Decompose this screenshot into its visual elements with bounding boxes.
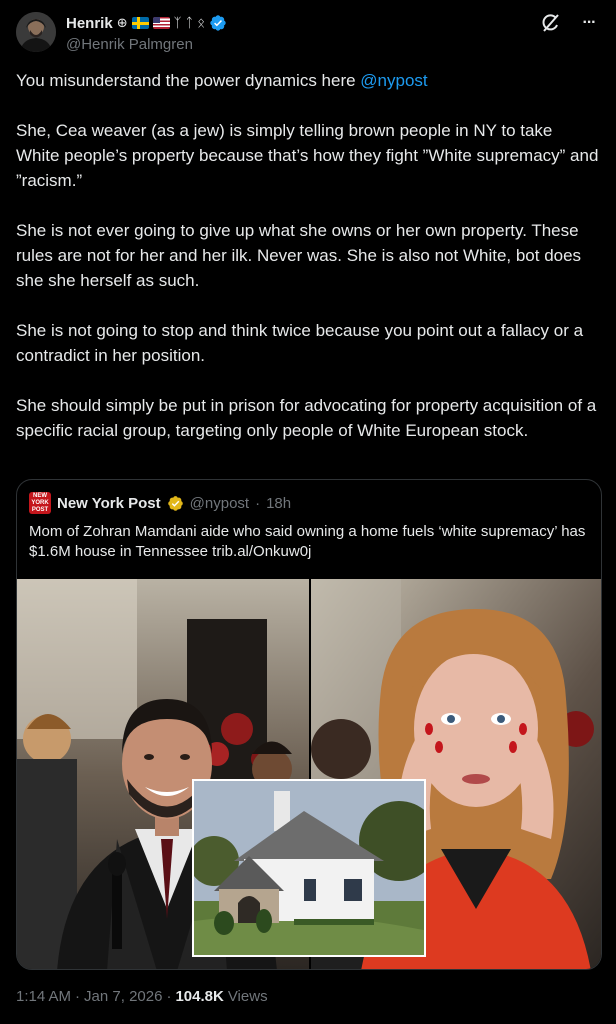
sweden-flag-icon <box>131 17 149 29</box>
tweet-paragraph: She is not going to stop and think twice… <box>16 321 584 365</box>
tweet-paragraph: She, Cea weaver (as a jew) is simply tel… <box>16 121 599 190</box>
author-handle[interactable]: @Henrik Palmgren <box>66 36 193 53</box>
quoted-time[interactable]: 18h <box>266 495 291 512</box>
tweet-paragraph: She should simply be put in prison for a… <box>16 396 597 440</box>
footer-separator: · <box>75 988 81 1005</box>
usa-flag-icon <box>152 17 170 29</box>
header-actions: ··· <box>540 12 600 34</box>
quoted-tweet-text: Mom of Zohran Mamdani aide who said owni… <box>29 523 586 560</box>
tweet-footer: 1:14 AM · Jan 7, 2026 · 104.8K Views <box>16 988 268 1005</box>
gold-verified-badge-icon <box>167 495 183 511</box>
quoted-tweet-card[interactable]: NEW YORK POST New York Post @nypost · 18… <box>16 479 602 970</box>
tweet-intro: You misunderstand the power dynamics her… <box>16 71 361 90</box>
more-options-icon[interactable]: ··· <box>578 12 600 34</box>
verified-badge-icon <box>210 15 226 31</box>
user-avatar[interactable] <box>16 12 56 52</box>
algiz-rune-symbol: ᛉ <box>173 15 182 31</box>
white-house-inset-photo[interactable] <box>192 779 426 957</box>
quoted-author-name[interactable]: New York Post <box>57 495 161 512</box>
tweet-time[interactable]: 1:14 AM <box>16 988 71 1005</box>
nypost-avatar[interactable]: NEW YORK POST <box>29 492 51 514</box>
author-display-name[interactable]: Henrik <box>66 15 113 32</box>
mention-link[interactable]: @nypost <box>360 71 427 90</box>
othala-rune-symbol: ᛟ <box>197 15 206 31</box>
tweet-header: Henrik ⊕ ᛉ ᛏ ᛟ @Henrik Palmgren ··· <box>16 10 600 58</box>
views-label: Views <box>227 988 268 1005</box>
nypost-avatar-text: NEW YORK POST <box>31 492 49 513</box>
circled-plus-symbol: ⊕ <box>116 15 128 31</box>
footer-separator: · <box>166 988 172 1005</box>
tweet-paragraph: She is not ever going to give up what sh… <box>16 221 582 290</box>
tweet-paragraph: You misunderstand the power dynamics her… <box>16 68 600 93</box>
quoted-author-handle: @nypost <box>189 494 250 512</box>
views-count[interactable]: 104.8K <box>175 988 223 1005</box>
grok-icon[interactable] <box>540 12 562 34</box>
author-name-row: Henrik ⊕ ᛉ ᛏ ᛟ <box>66 14 227 32</box>
tweet-date[interactable]: Jan 7, 2026 <box>84 988 162 1005</box>
more-options-label: ··· <box>582 14 597 31</box>
quoted-media[interactable] <box>17 579 601 969</box>
meta-separator: · <box>255 494 261 512</box>
tiwaz-rune-symbol: ᛏ <box>185 15 194 31</box>
tweet-body: You misunderstand the power dynamics her… <box>16 68 600 468</box>
quoted-tweet-header: NEW YORK POST New York Post @nypost · 18… <box>29 492 291 514</box>
